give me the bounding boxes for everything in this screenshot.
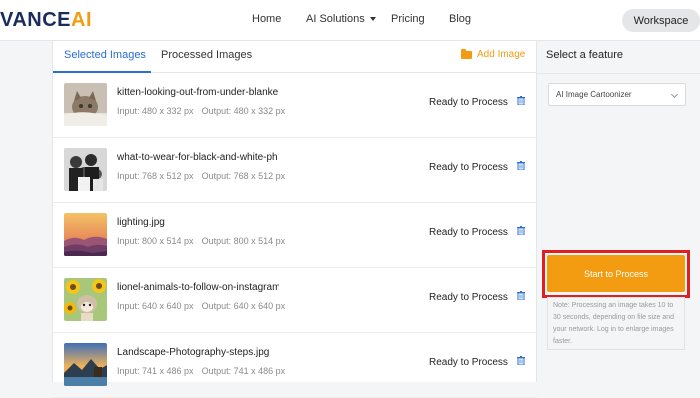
- process-status: Ready to Process: [429, 162, 508, 173]
- feature-select-value: AI Image Cartoonizer: [556, 90, 632, 99]
- image-row: lighting.jpg Input: 800 x 514 px Output: …: [53, 203, 538, 268]
- nav-blog[interactable]: Blog: [449, 13, 471, 25]
- folder-icon: [461, 48, 472, 59]
- tab-processed-images[interactable]: Processed Images: [161, 49, 252, 61]
- add-image-label: Add Image: [477, 49, 526, 60]
- process-status: Ready to Process: [429, 227, 508, 238]
- image-filename: kitten-looking-out-from-under-blanke: [117, 87, 279, 98]
- image-list-panel: Selected Images Processed Images Add Ima…: [52, 41, 538, 398]
- trash-icon[interactable]: [517, 291, 525, 300]
- workspace-button[interactable]: Workspace: [622, 9, 700, 32]
- image-row: lionel-animals-to-follow-on-instagram In…: [53, 268, 538, 333]
- image-row: what-to-wear-for-black-and-white-ph Inpu…: [53, 138, 538, 203]
- image-dimensions: Input: 800 x 514 px Output: 800 x 514 px: [117, 236, 286, 246]
- trash-icon[interactable]: [517, 356, 525, 365]
- image-filename: lighting.jpg: [117, 217, 165, 228]
- process-status: Ready to Process: [429, 97, 508, 108]
- hedgehog-sunflower-thumbnail: [64, 278, 107, 321]
- landscape-thumbnail: [64, 343, 107, 386]
- chevron-down-icon: [670, 90, 679, 99]
- image-filename: what-to-wear-for-black-and-white-ph: [117, 152, 278, 163]
- tab-selected-images[interactable]: Selected Images: [64, 49, 146, 61]
- nav-pricing[interactable]: Pricing: [391, 13, 425, 25]
- family-photo-thumbnail: [64, 148, 107, 191]
- nav-home[interactable]: Home: [252, 13, 281, 25]
- image-dimensions: Input: 640 x 640 px Output: 640 x 640 px: [117, 301, 286, 311]
- sunset-thumbnail: [64, 213, 107, 256]
- process-status: Ready to Process: [429, 292, 508, 303]
- chevron-down-icon: [369, 17, 376, 22]
- image-dimensions: Input: 480 x 332 px Output: 480 x 332 px: [117, 106, 286, 116]
- trash-icon[interactable]: [517, 161, 525, 170]
- add-image-button[interactable]: Add Image: [461, 48, 526, 60]
- image-filename: lionel-animals-to-follow-on-instagram: [117, 282, 279, 293]
- start-to-process-button[interactable]: Start to Process: [547, 255, 685, 292]
- divider: [537, 73, 700, 74]
- image-row: kitten-looking-out-from-under-blanke Inp…: [53, 73, 538, 138]
- trash-icon[interactable]: [517, 226, 525, 235]
- process-status: Ready to Process: [429, 357, 508, 368]
- trash-icon[interactable]: [517, 96, 525, 105]
- processing-note: Note: Processing an image takes 10 to 30…: [547, 297, 685, 350]
- vanceai-logo[interactable]: VANCEAI: [0, 9, 92, 31]
- image-tabs: Selected Images Processed Images Add Ima…: [53, 41, 538, 73]
- image-dimensions: Input: 768 x 512 px Output: 768 x 512 px: [117, 171, 286, 181]
- kitten-thumbnail: [64, 83, 107, 126]
- image-row: Landscape-Photography-steps.jpg Input: 7…: [53, 333, 538, 398]
- nav-ai-solutions[interactable]: AI Solutions: [306, 13, 376, 25]
- nav-ai-solutions-label: AI Solutions: [306, 13, 365, 25]
- image-dimensions: Input: 741 x 486 px Output: 741 x 486 px: [117, 366, 286, 376]
- top-navigation-bar: VANCEAI Home AI Solutions Pricing Blog W…: [0, 0, 700, 41]
- feature-select[interactable]: AI Image Cartoonizer: [548, 83, 686, 106]
- image-filename: Landscape-Photography-steps.jpg: [117, 347, 270, 358]
- feature-panel-title: Select a feature: [546, 49, 624, 61]
